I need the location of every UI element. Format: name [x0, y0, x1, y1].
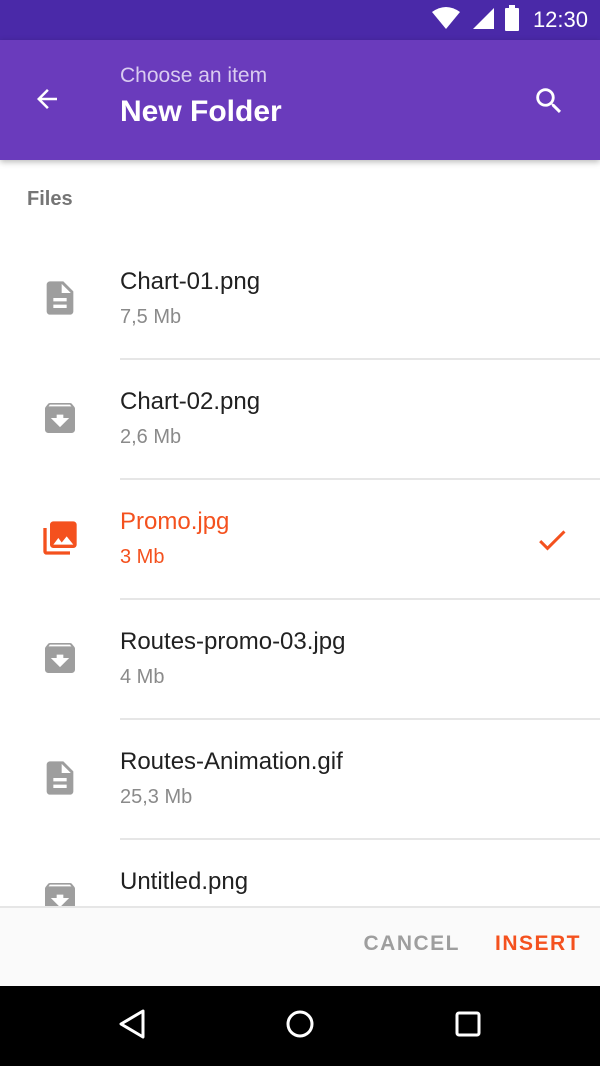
file-list: Chart-01.png 7,5 Mb Chart-02.png 2,6 Mb …	[0, 240, 600, 906]
archive-icon	[40, 398, 80, 438]
file-browser: Files Chart-01.png 7,5 Mb Chart-02.png 2…	[0, 160, 600, 906]
document-icon	[40, 278, 80, 318]
file-size: 7,5 Mb	[120, 306, 182, 328]
signal-icon	[471, 6, 495, 35]
search-icon	[532, 84, 566, 123]
file-name: Routes-Animation.gif	[120, 748, 343, 775]
image-icon	[40, 518, 80, 558]
recents-nav-button[interactable]	[448, 1006, 488, 1046]
battery-icon	[504, 4, 519, 36]
document-icon	[40, 758, 80, 798]
circle-home-icon	[284, 1008, 316, 1045]
search-button[interactable]	[524, 78, 574, 128]
dialog-actions: CANCEL INSERT	[0, 906, 600, 986]
list-item[interactable]: Chart-02.png 2,6 Mb	[0, 360, 600, 480]
back-nav-button[interactable]	[112, 1006, 152, 1046]
square-recents-icon	[453, 1009, 483, 1044]
wifi-icon	[431, 6, 461, 35]
file-name: Untitled.png	[120, 868, 249, 895]
list-item-selected[interactable]: Promo.jpg 3 Mb	[0, 480, 600, 600]
triangle-back-icon	[115, 1007, 149, 1046]
status-time: 12:30	[532, 7, 588, 32]
insert-button[interactable]: INSERT	[495, 932, 581, 956]
list-item[interactable]: Untitled.png	[0, 840, 600, 906]
status-bar: 12:30	[0, 0, 600, 40]
file-name: Chart-02.png	[120, 388, 261, 415]
archive-icon	[40, 878, 80, 906]
title-block: Choose an item New Folder	[120, 62, 282, 132]
navigation-bar	[0, 986, 600, 1066]
file-name: Promo.jpg	[120, 508, 230, 535]
section-header: Files	[27, 188, 73, 210]
list-item[interactable]: Chart-01.png 7,5 Mb	[0, 240, 600, 360]
app-title: New Folder	[120, 95, 282, 128]
home-nav-button[interactable]	[280, 1006, 320, 1046]
cancel-button[interactable]: CANCEL	[364, 932, 461, 956]
file-size: 2,6 Mb	[120, 426, 182, 448]
list-item[interactable]: Routes-promo-03.jpg 4 Mb	[0, 600, 600, 720]
archive-icon	[40, 638, 80, 678]
file-size: 4 Mb	[120, 666, 165, 688]
app-bar: Choose an item New Folder	[0, 40, 600, 160]
app-subtitle: Choose an item	[120, 64, 268, 87]
file-name: Routes-promo-03.jpg	[120, 628, 346, 655]
status-icons: 12:30	[431, 0, 588, 40]
list-item[interactable]: Routes-Animation.gif 25,3 Mb	[0, 720, 600, 840]
file-size: 3 Mb	[120, 546, 165, 568]
file-size: 25,3 Mb	[120, 786, 193, 808]
arrow-back-icon	[32, 84, 62, 119]
file-name: Chart-01.png	[120, 268, 261, 295]
check-icon	[534, 522, 570, 558]
back-button[interactable]	[22, 76, 72, 126]
